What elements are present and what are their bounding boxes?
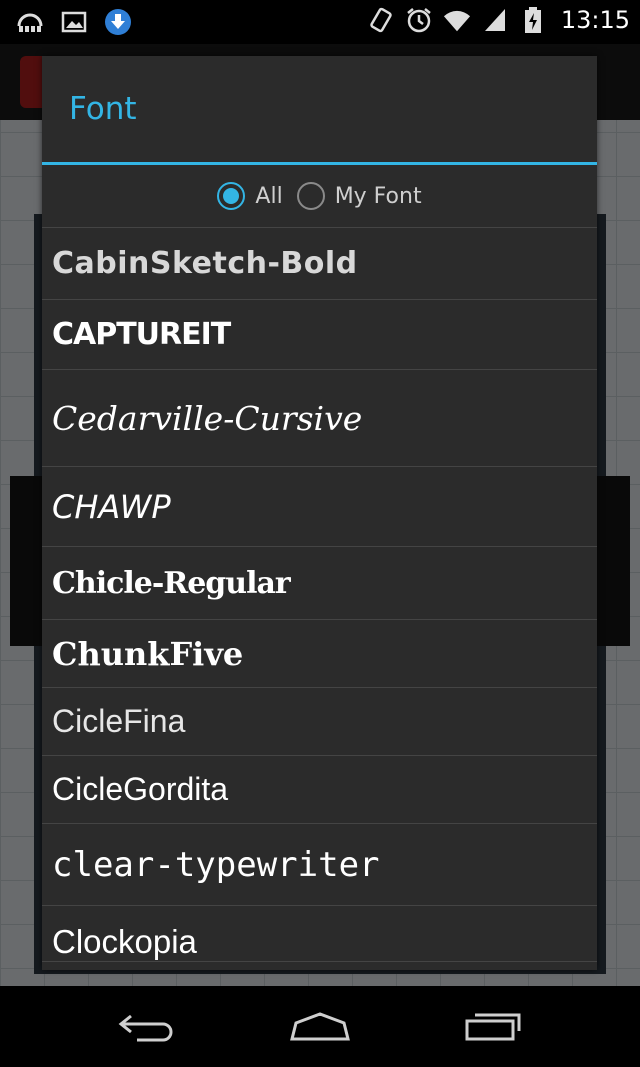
download-icon	[104, 8, 132, 36]
font-item-chicle-regular[interactable]: Chicle-Regular	[42, 547, 597, 620]
filter-my-font-label: My Font	[334, 183, 422, 209]
font-item-ciclefina[interactable]: CicleFina	[42, 688, 597, 756]
filter-all-label: All	[255, 183, 283, 209]
clock-time: 13:15	[560, 6, 630, 34]
font-item-ciclegordita[interactable]: CicleGordita	[42, 756, 597, 824]
font-item-clockopia[interactable]: Clockopia	[42, 906, 597, 962]
wifi-icon	[443, 6, 471, 34]
font-dialog: Font All My Font CabinSketch-Bold CAPTUR…	[42, 56, 597, 970]
battery-charging-icon	[519, 6, 547, 34]
home-icon[interactable]	[280, 1002, 360, 1052]
font-filter-group: All My Font	[42, 165, 597, 227]
vibrate-icon	[367, 6, 395, 34]
back-icon[interactable]	[107, 1002, 187, 1052]
filter-my-font-radio[interactable]: My Font	[296, 182, 422, 210]
radio-unchecked-icon	[296, 182, 325, 210]
navigation-bar	[0, 986, 640, 1067]
font-item-chunkfive[interactable]: ChunkFive	[42, 620, 597, 688]
status-bar: 13:15	[0, 0, 640, 44]
font-item-clear-typewriter[interactable]: clear-typewriter	[42, 824, 597, 906]
font-item-captureit[interactable]: CAPTUREIT	[42, 300, 597, 370]
signal-icon	[481, 6, 509, 34]
alarm-icon	[405, 6, 433, 34]
filter-all-radio[interactable]: All	[217, 182, 283, 210]
font-item-cabinsketch-bold[interactable]: CabinSketch-Bold	[42, 228, 597, 300]
image-icon	[60, 8, 88, 36]
font-item-cedarville-cursive[interactable]: Cedarville-Cursive	[42, 370, 597, 467]
recents-icon[interactable]	[453, 1002, 533, 1052]
font-list[interactable]: CabinSketch-Bold CAPTUREIT Cedarville-Cu…	[42, 227, 597, 962]
font-item-chawp[interactable]: CHAWP	[42, 467, 597, 547]
radio-checked-icon	[217, 182, 246, 210]
dialog-title: Font	[69, 91, 137, 127]
sync-icon	[16, 8, 44, 36]
